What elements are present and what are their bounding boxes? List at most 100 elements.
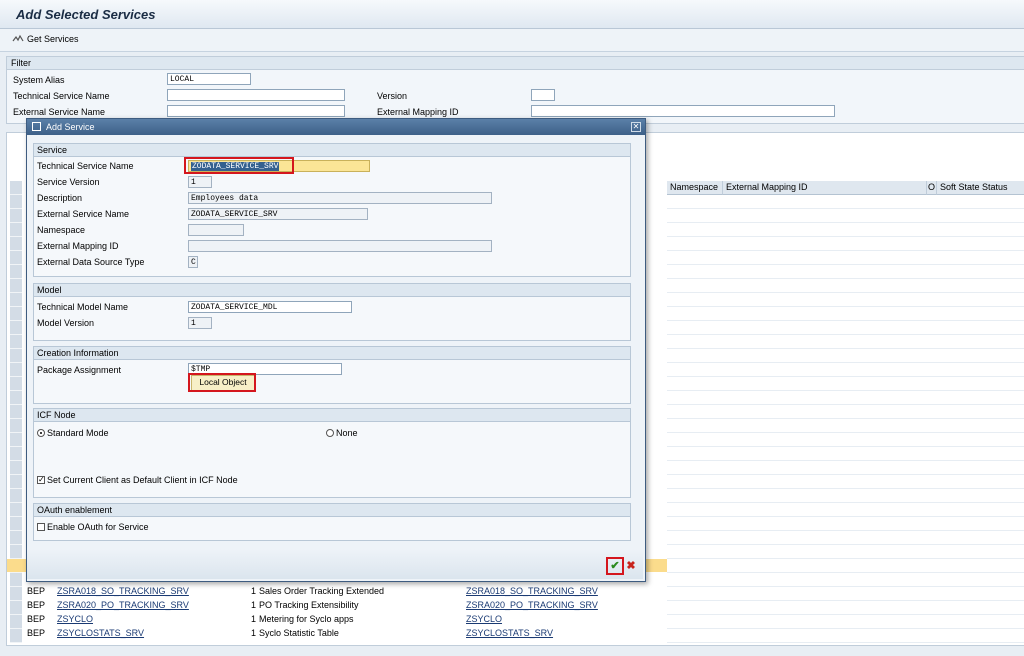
row-technical-name[interactable]: ZSRA020_PO_TRACKING_SRV (57, 599, 189, 612)
service-version-input[interactable]: 1 (188, 176, 212, 188)
oauth-group-header: OAuth enablement (34, 504, 630, 517)
row-external-name[interactable]: ZSYCLOSTATS_SRV (466, 627, 553, 640)
model-version-input[interactable]: 1 (188, 317, 212, 329)
external-mapping-id-label: External Mapping ID (377, 107, 459, 117)
version-label: Version (377, 91, 408, 101)
external-mapping-id-input[interactable] (188, 240, 492, 252)
row-external-name[interactable]: ZSRA018_SO_TRACKING_SRV (466, 585, 598, 598)
system-alias-label: System Alias (13, 75, 65, 85)
technical-service-name-input[interactable] (167, 89, 345, 101)
confirm-highlight (606, 557, 624, 575)
model-group-label: Model (37, 285, 62, 295)
dialog-footer (27, 549, 643, 579)
technical-service-name-label: Technical Service Name (37, 161, 134, 171)
dialog-edit-icon (32, 122, 41, 131)
row-external-name[interactable]: ZSYCLO (466, 613, 502, 626)
icf-node-group: ICF Node Standard Mode None ✓ Set Curren… (33, 408, 631, 498)
external-service-name-input[interactable]: ZODATA_SERVICE_SRV (188, 208, 368, 220)
external-mapping-id-input[interactable] (531, 105, 835, 117)
column-header-namespace[interactable]: Namespace (667, 181, 723, 195)
oauth-group: OAuth enablement Enable OAuth for Servic… (33, 503, 631, 541)
technical-model-name-label: Technical Model Name (37, 302, 129, 312)
table-row[interactable]: BEP ZSYCLOSTATS_SRV 1 Syclo Statistic Ta… (23, 627, 1023, 640)
creation-info-group-header: Creation Information (34, 347, 630, 360)
model-version-label: Model Version (37, 318, 95, 328)
row-selector-column[interactable] (10, 181, 22, 643)
creation-info-group-label: Creation Information (37, 348, 119, 358)
set-client-label: Set Current Client as Default Client in … (47, 475, 238, 485)
model-group: Model Technical Model Name ZODATA_SERVIC… (33, 283, 631, 341)
toolbar: Get Services (0, 29, 1024, 52)
title-bar: Add Selected Services (0, 0, 1024, 29)
get-services-button[interactable]: Get Services (12, 34, 79, 44)
filter-header-label: Filter (11, 58, 31, 68)
set-client-checkbox[interactable]: ✓ (37, 476, 45, 484)
column-namespace (667, 195, 724, 643)
creation-info-group: Creation Information Package Assignment … (33, 346, 631, 404)
namespace-label: Namespace (37, 225, 86, 235)
external-service-name-label: External Service Name (13, 107, 106, 117)
standard-mode-label: Standard Mode (47, 428, 109, 438)
model-group-header: Model (34, 284, 630, 297)
get-services-label: Get Services (27, 34, 79, 44)
row-version: 1 (251, 586, 257, 596)
row-type: BEP (27, 614, 46, 624)
enable-oauth-label: Enable OAuth for Service (47, 522, 149, 532)
technical-service-name-label: Technical Service Name (13, 91, 110, 101)
none-radio[interactable] (326, 429, 334, 437)
page-title: Add Selected Services (16, 7, 156, 22)
row-external-name[interactable]: ZSRA020_PO_TRACKING_SRV (466, 599, 598, 612)
external-service-name-label: External Service Name (37, 209, 130, 219)
column-header-soft-state-status[interactable]: Soft State Status (937, 181, 1024, 195)
standard-mode-radio[interactable] (37, 429, 45, 437)
row-technical-name[interactable]: ZSYCLO (57, 613, 93, 626)
service-group-header: Service (34, 144, 630, 157)
enable-oauth-checkbox[interactable] (37, 523, 45, 531)
system-alias-input[interactable]: LOCAL (167, 73, 251, 85)
external-data-source-type-input[interactable]: C (188, 256, 198, 268)
column-external-mapping-id (723, 195, 928, 643)
row-version: 1 (251, 600, 257, 610)
local-object-highlight (188, 373, 256, 392)
row-description: PO Tracking Extensibility (259, 600, 359, 610)
version-input[interactable] (531, 89, 555, 101)
row-version: 1 (251, 614, 257, 624)
row-description: Syclo Statistic Table (259, 628, 339, 638)
technical-model-name-input[interactable]: ZODATA_SERVICE_MDL (188, 301, 352, 313)
icf-node-group-label: ICF Node (37, 410, 76, 420)
external-data-source-type-label: External Data Source Type (37, 257, 145, 267)
cancel-x-icon[interactable]: ✖ (625, 560, 637, 572)
add-service-dialog: Add Service ✕ Service Technical Service … (26, 118, 646, 582)
external-service-name-input[interactable] (167, 105, 345, 117)
row-technical-name[interactable]: ZSYCLOSTATS_SRV (57, 627, 144, 640)
filter-panel: Filter System Alias LOCAL Technical Serv… (6, 56, 1024, 124)
row-technical-name[interactable]: ZSRA018_SO_TRACKING_SRV (57, 585, 189, 598)
row-type: BEP (27, 628, 46, 638)
row-type: BEP (27, 586, 46, 596)
none-label: None (336, 428, 358, 438)
table-row[interactable]: BEP ZSRA018_SO_TRACKING_SRV 1 Sales Orde… (23, 585, 1023, 598)
table-row[interactable]: BEP ZSRA020_PO_TRACKING_SRV 1 PO Trackin… (23, 599, 1023, 612)
dialog-title-bar[interactable]: Add Service ✕ (27, 119, 645, 135)
dialog-title: Add Service (46, 122, 95, 132)
column-header-o[interactable]: O (927, 181, 937, 195)
icf-node-group-header: ICF Node (34, 409, 630, 422)
row-description: Sales Order Tracking Extended (259, 586, 385, 596)
get-services-icon (12, 34, 24, 42)
row-description: Metering for Syclo apps (259, 614, 354, 624)
column-header-external-mapping-id[interactable]: External Mapping ID (723, 181, 927, 195)
row-type: BEP (27, 600, 46, 610)
technical-service-name-highlight (184, 157, 294, 174)
description-label: Description (37, 193, 83, 203)
namespace-input[interactable] (188, 224, 244, 236)
table-row[interactable]: BEP ZSYCLO 1 Metering for Syclo apps ZSY… (23, 613, 1023, 626)
service-version-label: Service Version (37, 177, 100, 187)
filter-header: Filter (7, 57, 1024, 70)
description-input[interactable]: Employees data (188, 192, 492, 204)
service-group-label: Service (37, 145, 68, 155)
service-group: Service Technical Service Name ZODATA_SE… (33, 143, 631, 277)
close-icon[interactable]: ✕ (631, 122, 641, 132)
column-soft-state-status (937, 195, 1024, 643)
row-version: 1 (251, 628, 257, 638)
external-mapping-id-label: External Mapping ID (37, 241, 119, 251)
